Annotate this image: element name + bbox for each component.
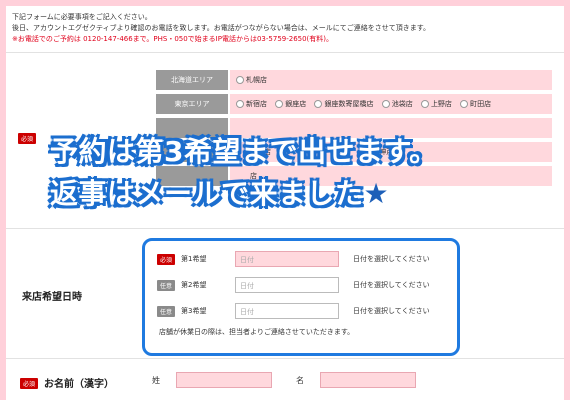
name-label: お名前（漢字） <box>44 379 114 390</box>
visit-date-highlight: 必須 第1希望 日付 日付を選択してください 任意 第2希望 日付 日付を選択し… <box>142 238 460 356</box>
radio-icon <box>236 100 244 108</box>
sei-label: 姓 <box>152 376 160 385</box>
divider <box>6 52 564 53</box>
date-input-1[interactable]: 日付 <box>235 251 339 267</box>
date-help: 日付を選択してください <box>353 281 430 289</box>
store-option[interactable]: 新宿店 <box>236 100 267 108</box>
intro-phone-note: ※お電話でのご予約は 0120-147-466まで。PHS・050で始まるIP電… <box>12 35 334 43</box>
area-options: 新宿店 銀座店 銀座数寄屋橋店 池袋店 上野店 町田店 <box>230 94 552 114</box>
form-sheet: 下記フォームに必要事項をご記入ください。 後日、アカウントエグゼクティブより確認… <box>6 6 564 400</box>
date-help: 日付を選択してください <box>353 255 430 263</box>
date-help: 日付を選択してください <box>353 307 430 315</box>
store-option[interactable]: 銀座数寄屋橋店 <box>314 100 373 108</box>
date-row-2: 任意 第2希望 日付 日付を選択してください <box>157 277 447 295</box>
store-option[interactable]: 上野店 <box>420 100 452 108</box>
overlay-caption-2-text: 返事はメールで来ました <box>50 177 364 210</box>
radio-icon <box>314 100 323 108</box>
optional-badge: 任意 <box>157 280 176 291</box>
date-input-3[interactable]: 日付 <box>235 303 339 319</box>
intro-text: 下記フォームに必要事項をご記入ください。 後日、アカウントエグゼクティブより確認… <box>12 12 430 45</box>
store-option[interactable]: 銀座店 <box>275 100 306 108</box>
overlay-caption-1: 予約は第3希望まで出せます。 <box>50 135 438 168</box>
intro-line-2: 後日、アカウントエグゼクティブより確認のお電話を致します。お電話がつながらない場… <box>12 24 431 32</box>
radio-icon <box>420 100 429 108</box>
radio-icon <box>236 76 244 84</box>
radio-icon <box>381 100 390 108</box>
overlay-caption-2: 返事はメールで来ました★ <box>50 172 389 212</box>
required-badge: 必須 <box>20 378 39 389</box>
date-row-label: 第3希望 <box>181 307 207 315</box>
mei-label: 名 <box>296 376 304 385</box>
date-row-label: 第1希望 <box>181 255 207 263</box>
area-row-hokkaido: 北海道エリア 札幌店 <box>156 70 556 90</box>
area-row-tokyo: 東京エリア 新宿店 銀座店 銀座数寄屋橋店 池袋店 上野店 町田店 <box>156 94 556 114</box>
area-name: 東京エリア <box>156 94 228 114</box>
area-options: 札幌店 <box>230 70 552 90</box>
last-name-input[interactable] <box>176 372 272 388</box>
divider <box>6 358 564 359</box>
optional-badge: 任意 <box>157 306 176 317</box>
area-name: 北海道エリア <box>156 70 228 90</box>
closure-note: 店舗が休業日の際は、担当者よりご連絡させていただきます。 <box>159 328 355 336</box>
date-row-3: 任意 第3希望 日付 日付を選択してください <box>157 303 447 321</box>
date-row-label: 第2希望 <box>181 281 207 289</box>
date-input-2[interactable]: 日付 <box>235 277 339 293</box>
radio-icon <box>275 100 284 108</box>
store-option[interactable]: 町田店 <box>460 100 491 108</box>
radio-icon <box>460 100 469 108</box>
store-option[interactable]: 札幌店 <box>236 76 267 84</box>
intro-line-1: 下記フォームに必要事項をご記入ください。 <box>12 13 152 21</box>
first-name-input[interactable] <box>320 372 416 388</box>
star-icon: ★ <box>363 177 390 210</box>
store-required-badge: 必須 <box>18 128 37 147</box>
divider <box>6 228 564 229</box>
date-row-1: 必須 第1希望 日付 日付を選択してください <box>157 251 447 269</box>
required-badge: 必須 <box>157 254 176 265</box>
store-option[interactable]: 池袋店 <box>381 100 413 108</box>
visit-label: 来店希望日時 <box>22 292 82 303</box>
